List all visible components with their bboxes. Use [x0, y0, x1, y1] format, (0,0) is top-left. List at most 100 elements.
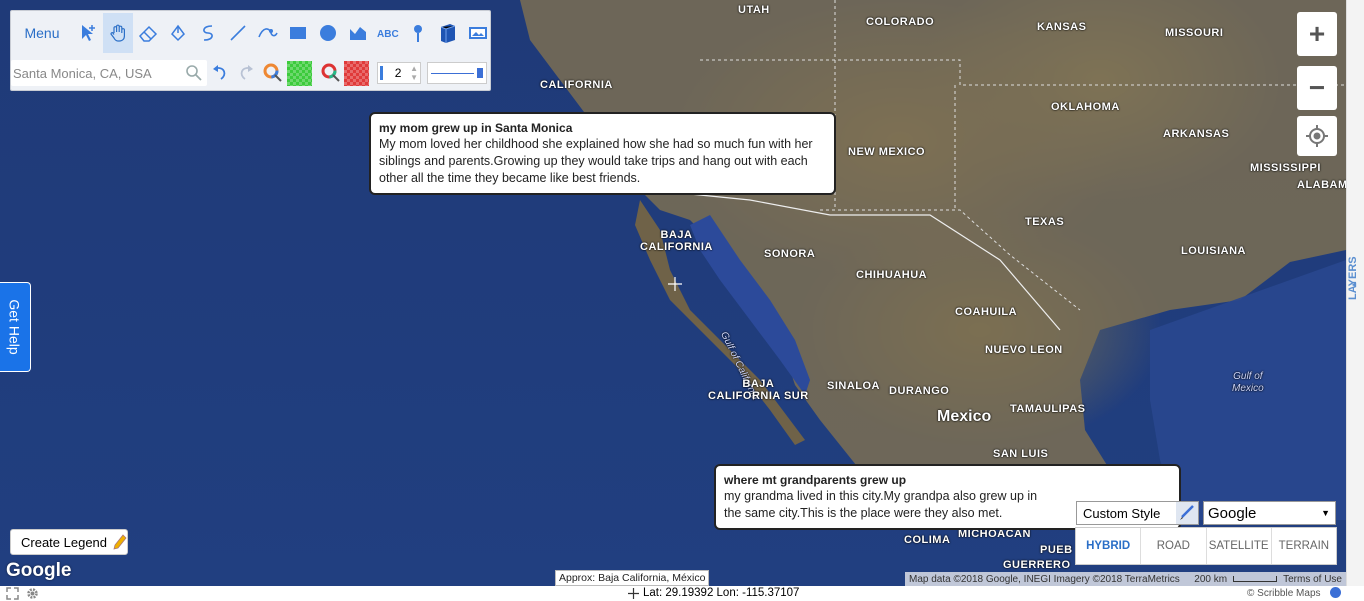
toolbar-row-tools: Menu ABC: [11, 13, 493, 53]
label-gulf-of-mexico: Gulf of Mexico: [1232, 371, 1264, 394]
map-attribution: Map data ©2018 Google, INEGI Imagery ©20…: [905, 572, 1346, 586]
layers-label: LAYERS: [1347, 256, 1359, 300]
label-mississippi: MISSISSIPPI: [1250, 162, 1321, 174]
map-type-switcher: HYBRID ROAD SATELLITE TERRAIN: [1075, 527, 1337, 565]
brush-icon: [1176, 502, 1198, 524]
select-icon[interactable]: [73, 13, 103, 53]
freehand-icon[interactable]: [193, 13, 223, 53]
gear-icon[interactable]: [26, 587, 39, 600]
label-alabama: ALABAM: [1297, 179, 1346, 191]
stroke-color-swatch[interactable]: [344, 60, 369, 86]
attribution-text: Map data ©2018 Google, INEGI Imagery ©20…: [909, 573, 1180, 585]
map-provider-select[interactable]: Google ▼: [1203, 501, 1336, 525]
google-logo: Google: [6, 560, 72, 581]
scribble-logo-icon: [1330, 587, 1341, 598]
label-texas: TEXAS: [1025, 216, 1065, 228]
map-type-hybrid[interactable]: HYBRID: [1076, 528, 1142, 564]
label-new-mexico: NEW MEXICO: [848, 146, 926, 158]
map-type-terrain[interactable]: TERRAIN: [1272, 528, 1336, 564]
layers-arrow-icon: ◂: [1352, 280, 1357, 289]
label-baja-california-sur: BAJA CALIFORNIA SUR: [708, 378, 809, 402]
note-body: My mom loved her childhood she explained…: [379, 137, 813, 185]
crosshair-icon: [668, 277, 682, 296]
note-title: where mt grandparents grew up: [724, 473, 907, 487]
label-utah: UTAH: [738, 4, 770, 16]
label-coahuila: COAHUILA: [955, 306, 1018, 318]
pencil-icon: [113, 534, 127, 550]
stroke-color-wheel-icon[interactable]: [318, 53, 344, 93]
label-colorado: COLORADO: [866, 16, 935, 28]
label-tamaulipas: TAMAULIPAS: [1010, 403, 1086, 415]
color-wheel-icon[interactable]: [259, 53, 287, 93]
create-legend-button[interactable]: Create Legend: [10, 529, 128, 555]
redo-icon[interactable]: [233, 53, 259, 93]
search-icon[interactable]: [185, 64, 203, 82]
label-oklahoma: OKLAHOMA: [1051, 101, 1120, 113]
create-legend-label: Create Legend: [21, 534, 108, 550]
map-type-road[interactable]: ROAD: [1141, 528, 1207, 564]
label-puebla: PUEB: [1040, 544, 1073, 556]
line-style-handle-icon: [477, 68, 483, 78]
line-style-select[interactable]: [427, 62, 487, 84]
line-icon[interactable]: [223, 13, 253, 53]
polygon-icon[interactable]: [343, 13, 373, 53]
label-nuevo-leon: NUEVO LEON: [985, 344, 1063, 356]
label-durango: DURANGO: [889, 385, 950, 397]
label-kansas: KANSAS: [1037, 21, 1087, 33]
fill-color-swatch[interactable]: [287, 60, 312, 86]
scale-label: 200 km: [1194, 573, 1228, 585]
label-mexico: Mexico: [937, 408, 992, 425]
eraser-icon[interactable]: [133, 13, 163, 53]
rectangle-icon[interactable]: [283, 13, 313, 53]
label-baja-california: BAJA CALIFORNIA: [640, 229, 713, 253]
crosshair-icon: [628, 588, 639, 599]
label-sinaloa: SINALOA: [827, 380, 880, 392]
line-style-preview: [431, 72, 474, 74]
status-bar: Lat: 29.19392 Lon: -115.37107 © Scribble…: [0, 586, 1364, 601]
search-input[interactable]: Santa Monica, CA, USA: [11, 60, 207, 86]
fill-icon[interactable]: [163, 13, 193, 53]
label-guerrero: GUERRERO: [1003, 559, 1071, 571]
marker-icon[interactable]: [403, 13, 433, 53]
undo-icon[interactable]: [207, 53, 233, 93]
label-louisiana: LOUISIANA: [1181, 245, 1246, 257]
custom-style-label: Custom Style: [1083, 505, 1161, 521]
stepper-arrows-icon[interactable]: ▲ ▼: [410, 64, 418, 82]
note-title: my mom grew up in Santa Monica: [379, 121, 573, 135]
note-body: my grandma lived in this city.My grandpa…: [724, 489, 1038, 520]
image-icon[interactable]: [463, 13, 493, 53]
label-missouri: MISSOURI: [1165, 27, 1224, 39]
chevron-down-icon: ▼: [1321, 508, 1330, 518]
approx-location: Approx: Baja California, México: [555, 570, 710, 586]
locate-button[interactable]: [1297, 116, 1337, 156]
custom-style-button[interactable]: Custom Style: [1076, 501, 1199, 525]
line-width-stepper[interactable]: 2 ▲ ▼: [377, 62, 421, 84]
scale-bar: [1233, 576, 1278, 582]
brand-label[interactable]: © Scribble Maps: [1247, 588, 1321, 599]
label-arkansas: ARKANSAS: [1163, 128, 1230, 140]
text-icon[interactable]: ABC: [373, 13, 403, 53]
menu-button[interactable]: Menu: [11, 13, 73, 53]
note-card-santa-monica[interactable]: my mom grew up in Santa Monica My mom lo…: [369, 112, 836, 195]
locate-icon: [1306, 125, 1328, 147]
label-san-luis: SAN LUIS: [993, 448, 1049, 460]
svg-text:ABC: ABC: [377, 29, 399, 40]
zoom-out-button[interactable]: −: [1297, 66, 1337, 110]
circle-icon[interactable]: [313, 13, 343, 53]
provider-value: Google: [1208, 504, 1257, 522]
curve-icon[interactable]: [253, 13, 283, 53]
fullscreen-icon[interactable]: [6, 587, 19, 600]
terms-link[interactable]: Terms of Use: [1283, 574, 1342, 585]
map-type-satellite[interactable]: SATELLITE: [1207, 528, 1272, 564]
label-sonora: SONORA: [764, 248, 816, 260]
cube-icon[interactable]: [433, 13, 463, 53]
get-help-button[interactable]: Get Help: [0, 282, 31, 372]
label-california: CALIFORNIA: [540, 79, 613, 91]
zoom-in-button[interactable]: +: [1297, 12, 1337, 56]
drawing-toolbar: Menu ABC Santa Monica, CA, USA 2 ▲ ▼: [10, 10, 491, 91]
line-width-value: 2: [394, 66, 402, 80]
layers-panel-tab[interactable]: LAYERS ◂: [1346, 0, 1364, 586]
label-chihuahua: CHIHUAHUA: [856, 269, 928, 281]
pan-icon[interactable]: [103, 13, 133, 53]
toolbar-row-options: Santa Monica, CA, USA 2 ▲ ▼: [11, 53, 490, 93]
